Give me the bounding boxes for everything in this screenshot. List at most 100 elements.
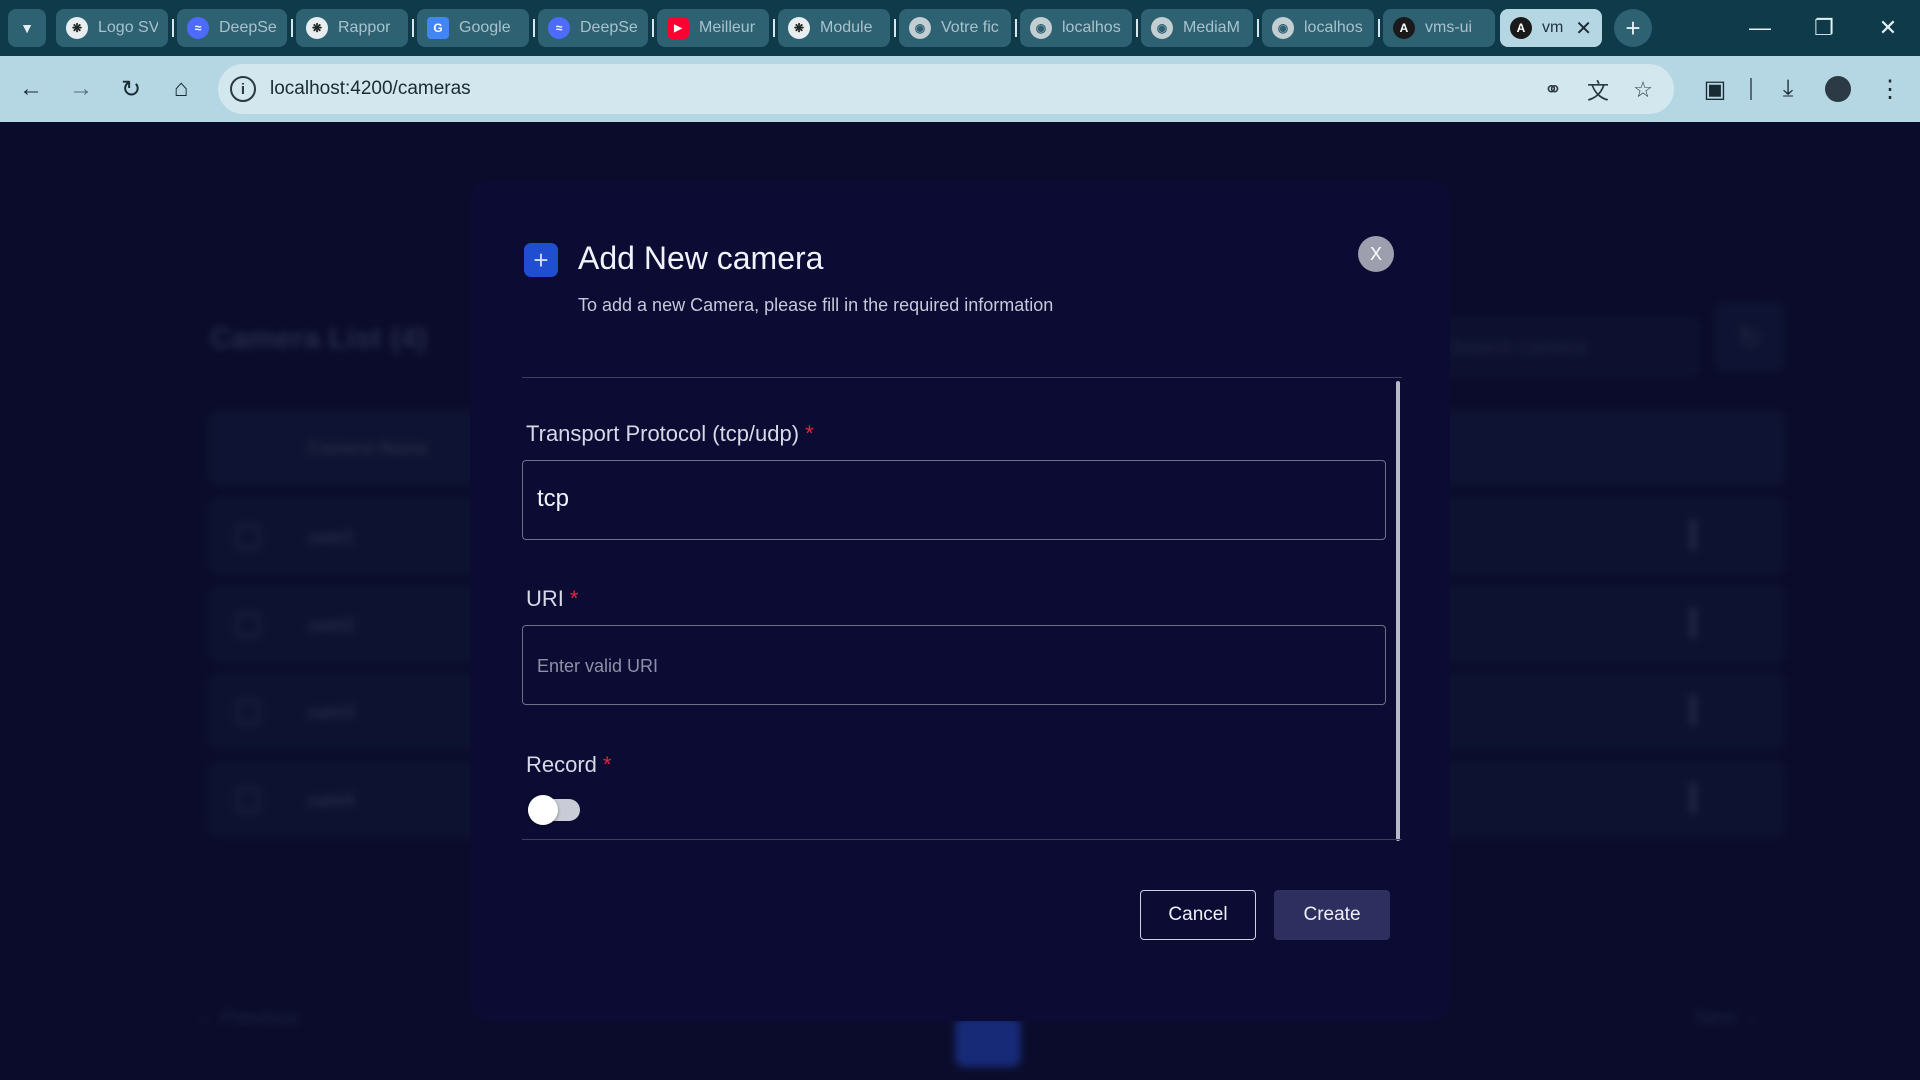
password-key-icon[interactable]: ⚭ — [1538, 75, 1568, 105]
uri-label: URI * — [526, 586, 578, 612]
divider — [522, 377, 1402, 378]
browser-tab[interactable]: ≈ DeepSe — [177, 9, 287, 47]
tab-separator — [412, 19, 414, 37]
cancel-button[interactable]: Cancel — [1140, 890, 1256, 940]
row-checkbox[interactable] — [236, 788, 260, 812]
camera-list-title: Camera List (4) — [210, 322, 427, 355]
row-actions-icon[interactable] — [1690, 519, 1696, 551]
restore-icon: ❐ — [1814, 15, 1834, 40]
browser-tab-active[interactable]: A vm ✕ — [1500, 9, 1602, 47]
required-mark: * — [805, 421, 814, 446]
browser-tab[interactable]: ≈ DeepSe — [538, 9, 648, 47]
browser-tab[interactable]: ◉ localhos — [1262, 9, 1374, 47]
minimize-button[interactable]: — — [1740, 10, 1780, 46]
home-button[interactable]: ⌂ — [161, 69, 201, 109]
angular-icon: A — [1510, 17, 1532, 39]
transport-protocol-label: Transport Protocol (tcp/udp) * — [526, 421, 814, 447]
record-label-text: Record — [526, 752, 597, 777]
row-checkbox[interactable] — [236, 613, 260, 637]
previous-page-button[interactable]: ← Previous — [195, 1007, 298, 1030]
record-label: Record * — [526, 752, 611, 778]
browser-tab[interactable]: A vms-ui — [1383, 9, 1495, 47]
row-checkbox[interactable] — [236, 700, 260, 724]
kebab-menu-icon: ⋮ — [1878, 75, 1902, 103]
transport-protocol-value: tcp — [537, 485, 570, 512]
close-tab-icon[interactable]: ✕ — [1575, 16, 1592, 41]
tab-title: Meilleur — [699, 19, 756, 36]
tab-title: Rappor — [338, 19, 391, 36]
tab-separator — [291, 19, 293, 37]
plus-icon: + — [1625, 12, 1641, 43]
tab-separator — [533, 19, 535, 37]
youtube-icon: ▶ — [667, 17, 689, 39]
required-mark: * — [602, 752, 612, 777]
transport-protocol-label-text: Transport Protocol (tcp/udp) — [526, 421, 800, 446]
browser-tab[interactable]: ◉ Votre fic — [899, 9, 1011, 47]
tab-title: vms-ui — [1425, 19, 1473, 36]
modal-subtitle: To add a new Camera, please fill in the … — [578, 295, 1054, 315]
browser-tab[interactable]: ◉ localhos — [1020, 9, 1132, 47]
modal-title: Add New camera — [578, 240, 824, 276]
browser-tab[interactable]: ❋ Logo SV — [56, 9, 168, 47]
close-modal-button[interactable]: X — [1358, 236, 1394, 272]
google-translate-icon: G — [427, 17, 449, 39]
url-text[interactable]: localhost:4200/cameras — [270, 78, 471, 100]
browser-menu-button[interactable]: ⋮ — [1872, 71, 1908, 107]
tab-separator — [1257, 19, 1259, 37]
browser-tab[interactable]: ❋ Module — [778, 9, 890, 47]
reload-button[interactable]: ↻ — [111, 69, 151, 109]
camera-search-input[interactable]: Search camera — [1440, 317, 1700, 377]
create-button[interactable]: Create — [1274, 890, 1390, 940]
tab-separator — [894, 19, 896, 37]
browser-tab[interactable]: ❋ Rappor — [296, 9, 408, 47]
globe-icon: ◉ — [1272, 17, 1294, 39]
translate-icon[interactable]: 文 — [1583, 75, 1613, 105]
divider — [522, 839, 1402, 840]
browser-tab[interactable]: ◉ MediaM — [1141, 9, 1253, 47]
chevron-down-icon: ▼ — [20, 20, 34, 36]
profile-button[interactable] — [1820, 71, 1856, 107]
toolbar-divider — [1750, 78, 1752, 100]
close-window-button[interactable]: ✕ — [1868, 10, 1908, 46]
row-actions-icon[interactable] — [1690, 782, 1696, 814]
uri-placeholder: Enter valid URI — [537, 656, 659, 676]
forward-button[interactable]: → — [61, 69, 101, 109]
uri-input[interactable]: Enter valid URI — [522, 625, 1386, 705]
extensions-button[interactable]: ▣ — [1697, 71, 1733, 107]
globe-icon: ◉ — [1151, 17, 1173, 39]
restore-button[interactable]: ❐ — [1804, 10, 1844, 46]
openai-icon: ❋ — [788, 17, 810, 39]
close-icon: ✕ — [1878, 15, 1898, 40]
toggle-knob — [528, 795, 558, 825]
bookmark-star-icon[interactable]: ☆ — [1628, 75, 1658, 105]
transport-protocol-input[interactable]: tcp — [522, 460, 1386, 540]
tab-separator — [172, 19, 174, 37]
refresh-button[interactable]: ↻ — [1715, 302, 1785, 372]
row-checkbox[interactable] — [236, 525, 260, 549]
browser-tab[interactable]: ▶ Meilleur — [657, 9, 769, 47]
required-mark: * — [569, 586, 579, 611]
browser-tab[interactable]: G Google — [417, 9, 529, 47]
page-content: Camera List (4) Search camera ↻ Camera N… — [0, 122, 1920, 1080]
site-info-icon[interactable]: i — [230, 76, 256, 102]
globe-icon: ◉ — [1030, 17, 1052, 39]
current-page-indicator[interactable] — [955, 1017, 1021, 1067]
minimize-icon: — — [1749, 15, 1771, 40]
tab-search-button[interactable]: ▼ — [8, 9, 46, 47]
camera-name: cam4 — [308, 790, 355, 810]
tab-separator — [773, 19, 775, 37]
row-actions-icon[interactable] — [1690, 607, 1696, 639]
next-page-button[interactable]: Next → — [1695, 1007, 1762, 1030]
tab-title: Votre fic — [941, 19, 999, 36]
form-scrollbar[interactable] — [1396, 381, 1400, 841]
record-toggle[interactable] — [528, 795, 580, 825]
angular-icon: A — [1393, 17, 1415, 39]
camera-name: cam2 — [308, 615, 355, 635]
address-bar[interactable]: i localhost:4200/cameras ⚭ 文 ☆ — [218, 64, 1674, 114]
previous-label: Previous — [220, 1007, 299, 1029]
download-icon: ⤓ — [1782, 75, 1794, 102]
row-actions-icon[interactable] — [1690, 694, 1696, 726]
downloads-button[interactable]: ⤓ — [1770, 71, 1806, 107]
back-button[interactable]: ← — [11, 69, 51, 109]
new-tab-button[interactable]: + — [1614, 9, 1652, 47]
